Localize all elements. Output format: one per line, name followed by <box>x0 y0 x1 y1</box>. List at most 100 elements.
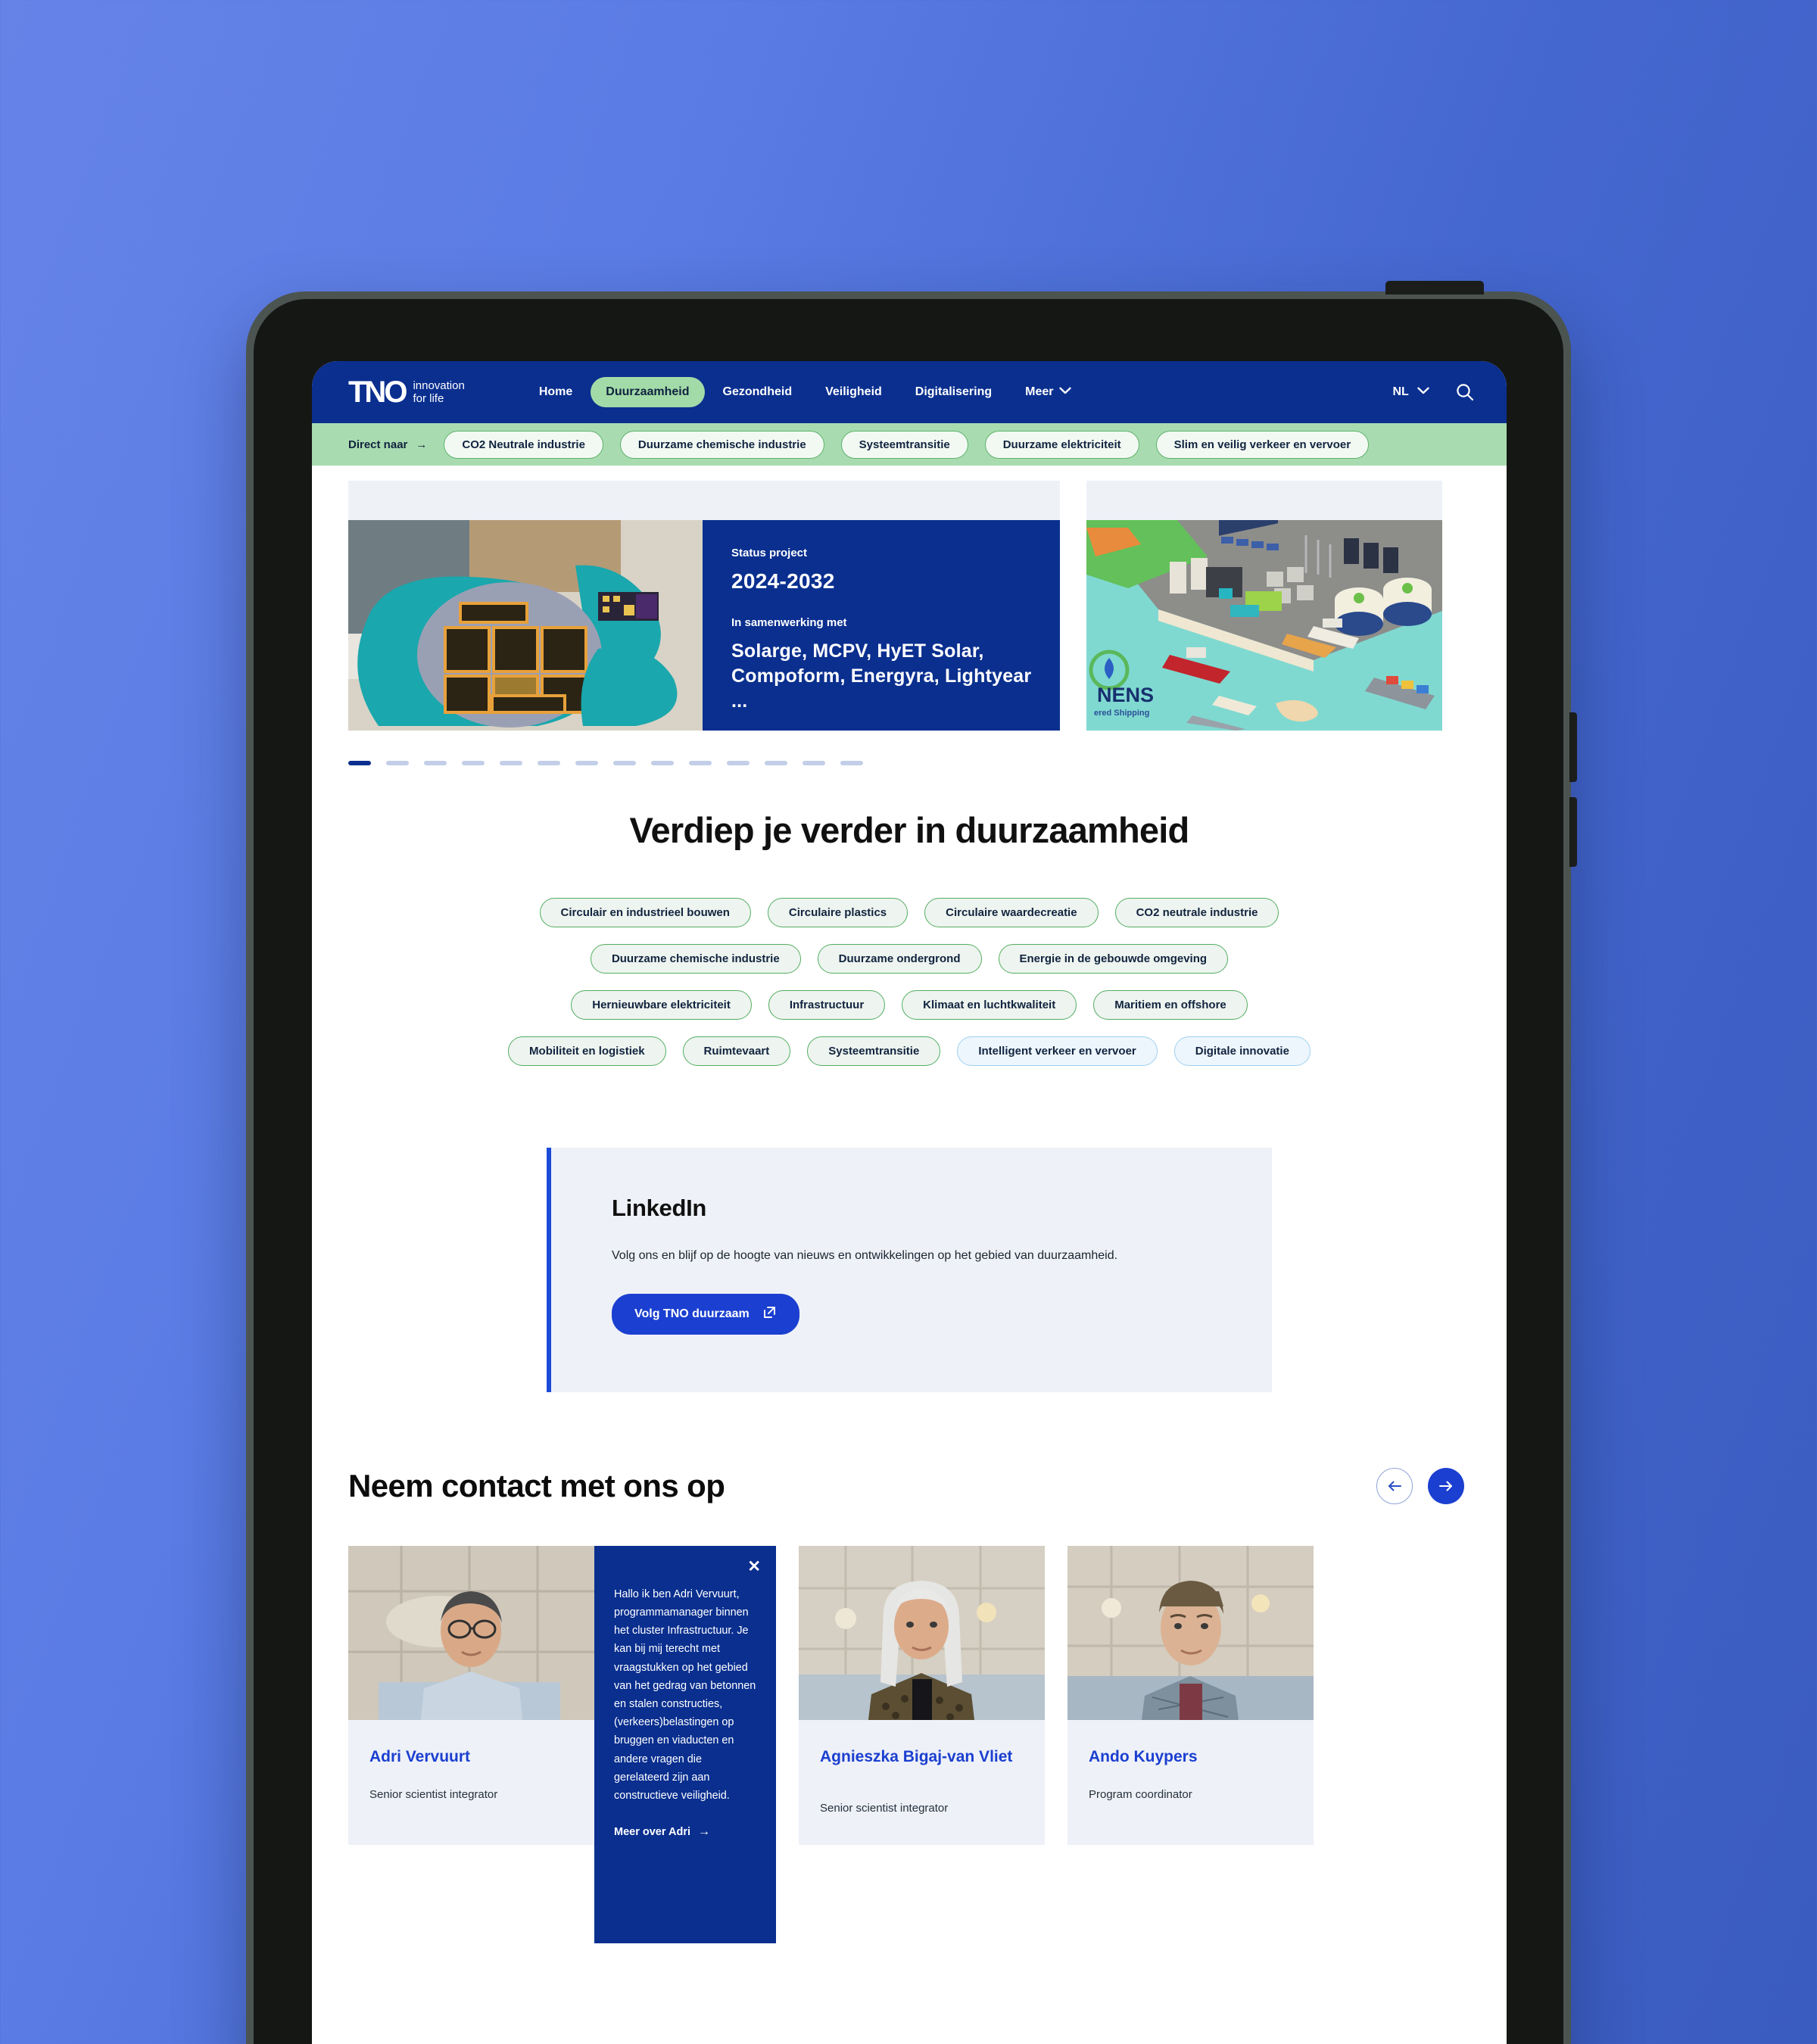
tno-logo[interactable]: TNO innovation for life <box>348 377 465 407</box>
topic-tag-row: Mobiliteit en logistiek Ruimtevaart Systee… <box>312 1036 1507 1066</box>
hero-slide2-top-strip <box>1086 481 1442 520</box>
contact-tooltip: ✕ Hallo ik ben Adri Vervuurt, programmam… <box>594 1545 776 1943</box>
topic-tag[interactable]: Hernieuwbare elektriciteit <box>571 990 752 1020</box>
nav-item-veiligheid[interactable]: Veiligheid <box>810 377 897 407</box>
topic-tag[interactable]: Digitale innovatie <box>1173 1036 1311 1066</box>
topic-tag[interactable]: Duurzame ondergrond <box>817 944 982 974</box>
carousel-indicator[interactable] <box>386 761 409 765</box>
topic-tag[interactable]: Maritiem en offshore <box>1093 990 1248 1020</box>
carousel-indicator[interactable] <box>803 761 825 765</box>
hero-slide-port[interactable]: NENS ered Shipping <box>1086 481 1442 731</box>
carousel-indicator[interactable] <box>651 761 674 765</box>
chevron-down-icon <box>1058 386 1071 397</box>
contact-section: Neem contact met ons op Adri Vervuurt Se… <box>312 1392 1507 1943</box>
search-icon[interactable] <box>1455 382 1475 402</box>
topic-tag[interactable]: Circulaire plastics <box>767 898 908 927</box>
quick-link-chip[interactable]: Duurzame chemische industrie <box>619 430 824 459</box>
hero-carousel-rail: Status project 2024-2032 In samenwerking… <box>312 466 1507 731</box>
carousel-indicator[interactable] <box>765 761 787 765</box>
nav-item-meer[interactable]: Meer <box>1010 377 1086 407</box>
hero-slide-top-strip <box>348 481 1060 520</box>
contact-card[interactable]: Agnieszka Bigaj-van Vliet Senior scienti… <box>799 1545 1045 1845</box>
power-button[interactable] <box>1385 281 1484 294</box>
contact-photo <box>1067 1545 1314 1720</box>
contact-tooltip-more-link[interactable]: Meer over Adri → <box>614 1825 756 1839</box>
quick-links-chip-group: CO2 Neutrale industrie Duurzame chemische… <box>444 430 1370 459</box>
contact-card[interactable]: Adri Vervuurt Senior scientist integrato… <box>348 1545 776 1943</box>
carousel-indicator[interactable] <box>538 761 560 765</box>
contact-carousel-controls <box>1376 1467 1464 1504</box>
tno-wordmark: TNO <box>348 375 407 409</box>
carousel-indicator[interactable] <box>424 761 447 765</box>
arrow-right-icon[interactable] <box>1428 1467 1464 1504</box>
linkedin-body: Volg ons en blijf op de hoogte van nieuw… <box>612 1249 1118 1262</box>
volume-up-button[interactable] <box>1569 712 1577 782</box>
topic-tag[interactable]: Klimaat en luchtkwaliteit <box>902 990 1077 1020</box>
topic-tag[interactable]: Mobiliteit en logistiek <box>508 1036 666 1066</box>
topic-tag[interactable]: Circulair en industrieel bouwen <box>539 898 751 927</box>
linkedin-card: LinkedIn Volg ons en blijf op de hoogte … <box>547 1148 1272 1392</box>
chevron-down-icon <box>1417 386 1429 397</box>
quick-link-chip[interactable]: Duurzame elektriciteit <box>984 430 1139 459</box>
contact-role: Senior scientist integrator <box>369 1787 498 1801</box>
language-selector[interactable]: NL <box>1393 385 1430 399</box>
header-utilities: NL <box>1393 361 1476 423</box>
topic-tag-rows: Circulair en industrieel bouwen Circulair… <box>312 898 1507 1066</box>
tno-tagline-line2: for life <box>413 392 444 405</box>
carousel-indicator[interactable] <box>689 761 712 765</box>
follow-tno-button-label: Volg TNO duurzaam <box>634 1307 750 1320</box>
carousel-indicator[interactable] <box>575 761 598 765</box>
contact-name: Agnieszka Bigaj-van Vliet <box>820 1747 1013 1765</box>
svg-text:ered Shipping: ered Shipping <box>1094 709 1149 718</box>
topic-tag[interactable]: Duurzame chemische industrie <box>590 944 801 974</box>
carousel-indicator[interactable] <box>727 761 750 765</box>
arrow-right-icon: → <box>416 438 428 451</box>
topic-tag[interactable]: Systeemtransitie <box>807 1036 941 1066</box>
nav-item-label: Meer <box>1025 385 1054 398</box>
hero-slide-body: Status project 2024-2032 In samenwerking… <box>348 520 1060 731</box>
topic-tag[interactable]: Circulaire waardecreatie <box>924 898 1099 927</box>
nav-item-digitalisering[interactable]: Digitalisering <box>900 377 1007 407</box>
hero-slide-info: Status project 2024-2032 In samenwerking… <box>703 520 1060 731</box>
topic-tag[interactable]: Intelligent verkeer en vervoer <box>957 1036 1158 1066</box>
language-label: NL <box>1392 385 1409 398</box>
arrow-left-icon[interactable] <box>1376 1467 1413 1504</box>
hero-carousel: Status project 2024-2032 In samenwerking… <box>312 466 1507 765</box>
contact-card[interactable]: Ando Kuypers Program coordinator <box>1067 1545 1314 1845</box>
nav-item-gezondheid[interactable]: Gezondheid <box>708 377 808 407</box>
nav-item-duurzaamheid[interactable]: Duurzaamheid <box>591 377 705 407</box>
hero-status-label: Status project <box>731 547 808 559</box>
contact-role: Program coordinator <box>1089 1787 1192 1801</box>
arrow-right-icon: → <box>698 1825 710 1839</box>
quick-link-chip[interactable]: Slim en veilig verkeer en vervoer <box>1155 430 1370 459</box>
carousel-indicator[interactable] <box>348 761 371 765</box>
nav-item-label: Gezondheid <box>722 385 793 398</box>
nav-item-label: Duurzaamheid <box>606 385 690 398</box>
carousel-indicators <box>312 731 1507 765</box>
topic-tag-row: Circulair en industrieel bouwen Circulair… <box>312 898 1507 927</box>
topic-tag[interactable]: Ruimtevaart <box>682 1036 791 1066</box>
topic-tag[interactable]: Energie in de gebouwde omgeving <box>998 944 1229 974</box>
explore-heading: Verdiep je verder in duurzaamheid <box>629 810 1190 850</box>
hero-slide-project[interactable]: Status project 2024-2032 In samenwerking… <box>348 481 1060 731</box>
site-header: TNO innovation for life Home Duurzaamheid… <box>312 361 1507 423</box>
carousel-indicator[interactable] <box>840 761 863 765</box>
carousel-indicator[interactable] <box>613 761 636 765</box>
svg-text:NENS: NENS <box>1097 684 1154 706</box>
carousel-indicator[interactable] <box>462 761 485 765</box>
contact-photo <box>799 1545 1045 1720</box>
quick-link-chip[interactable]: CO2 Neutrale industrie <box>444 430 603 459</box>
nav-item-label: Veiligheid <box>825 385 882 398</box>
quick-link-chip[interactable]: Systeemtransitie <box>840 430 968 459</box>
linkedin-title: LinkedIn <box>612 1195 707 1221</box>
tno-tagline: innovation for life <box>413 379 464 406</box>
follow-tno-button[interactable]: Volg TNO duurzaam <box>612 1293 799 1335</box>
nav-item-home[interactable]: Home <box>524 377 587 407</box>
quick-links-bar: Direct naar → CO2 Neutrale industrie Duur… <box>312 423 1507 466</box>
volume-down-button[interactable] <box>1569 797 1577 867</box>
topic-tag[interactable]: CO2 neutrale industrie <box>1114 898 1279 927</box>
topic-tag[interactable]: Infrastructuur <box>768 990 886 1020</box>
close-icon[interactable]: ✕ <box>747 1559 761 1575</box>
contact-name: Adri Vervuurt <box>369 1747 471 1765</box>
carousel-indicator[interactable] <box>500 761 522 765</box>
